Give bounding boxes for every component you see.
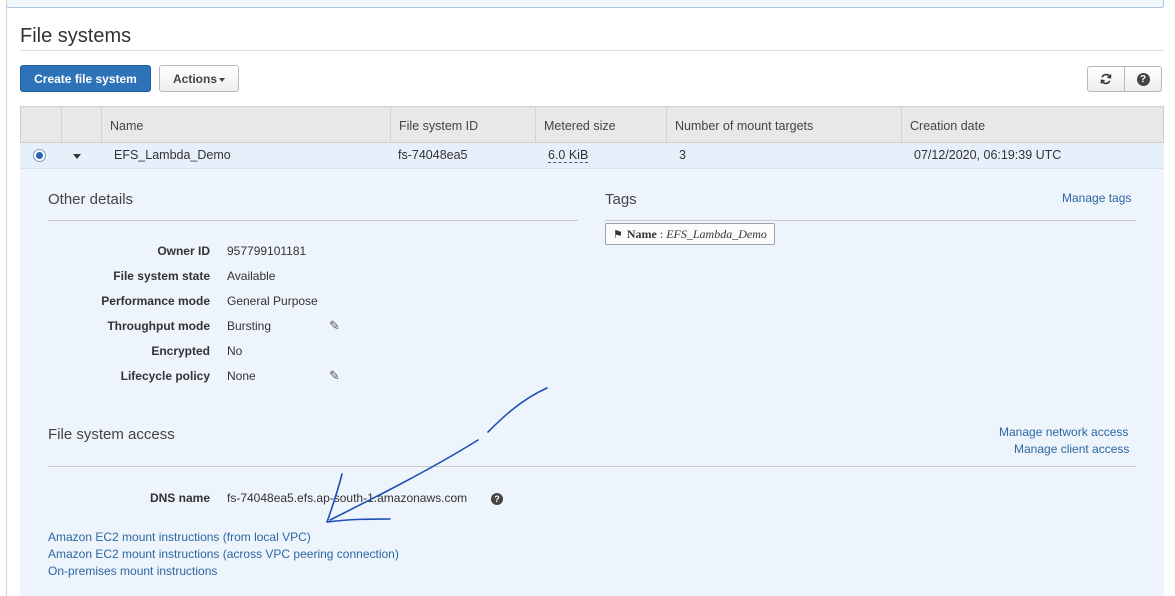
performance-mode-value: General Purpose — [227, 294, 318, 308]
table-header: Name File system ID Metered size Number … — [20, 106, 1164, 143]
encrypted-label: Encrypted — [151, 344, 210, 358]
table-row[interactable]: EFS_Lambda_Demo fs-74048ea5 6.0 KiB 3 07… — [20, 143, 1164, 169]
column-metered-size[interactable]: Metered size — [536, 107, 667, 142]
owner-id-label: Owner ID — [157, 244, 210, 258]
manage-network-access-link[interactable]: Manage network access — [999, 425, 1128, 439]
tag-key: Name — [626, 226, 657, 241]
column-mount-targets[interactable]: Number of mount targets — [667, 107, 902, 142]
row-mount-targets: 3 — [679, 148, 686, 162]
manage-client-access-link[interactable]: Manage client access — [1014, 442, 1129, 456]
details-panel: Other details Tags Manage tags ⚑ Name: EFS… — [20, 169, 1164, 596]
select-column — [21, 107, 62, 142]
create-file-system-button[interactable]: Create file system — [20, 65, 151, 92]
row-creation-date: 07/12/2020, 06:19:39 UTC — [914, 148, 1062, 162]
state-label: File system state — [113, 269, 210, 283]
page-title: File systems — [20, 25, 132, 47]
dns-help-icon[interactable]: ? — [491, 493, 503, 505]
refresh-icon — [1100, 73, 1112, 85]
ec2-mount-vpc-peering-link[interactable]: Amazon EC2 mount instructions (across VP… — [48, 547, 399, 561]
caret-down-icon — [219, 77, 225, 82]
refresh-button[interactable] — [1087, 66, 1125, 92]
row-file-system-id: fs-74048ea5 — [398, 148, 468, 162]
on-premises-mount-link[interactable]: On-premises mount instructions — [48, 564, 217, 578]
tag-value: EFS_Lambda_Demo — [666, 226, 767, 241]
lifecycle-policy-value: None — [227, 369, 256, 383]
ec2-mount-local-vpc-link[interactable]: Amazon EC2 mount instructions (from loca… — [48, 530, 311, 544]
state-value: Available — [227, 269, 276, 283]
title-divider — [20, 50, 1164, 51]
column-file-system-id[interactable]: File system ID — [391, 107, 536, 142]
encrypted-value: No — [227, 344, 243, 358]
other-details-divider — [48, 220, 578, 221]
manage-tags-link[interactable]: Manage tags — [1062, 191, 1131, 205]
tag-chip: ⚑ Name: EFS_Lambda_Demo — [605, 223, 775, 245]
actions-dropdown-button[interactable]: Actions — [159, 65, 239, 92]
file-system-access-title: File system access — [48, 426, 175, 443]
help-button[interactable]: ? — [1124, 66, 1162, 92]
owner-id-value: 957799101181 — [227, 244, 307, 258]
performance-mode-label: Performance mode — [101, 294, 210, 308]
lifecycle-policy-label: Lifecycle policy — [120, 369, 210, 383]
edit-lifecycle-pencil-icon[interactable]: ✎ — [329, 368, 340, 384]
other-details-title: Other details — [48, 191, 134, 208]
row-metered-size[interactable]: 6.0 KiB — [548, 148, 589, 163]
throughput-mode-label: Throughput mode — [107, 319, 210, 333]
help-icon: ? — [1136, 72, 1150, 86]
column-name[interactable]: Name — [102, 107, 391, 142]
tags-title: Tags — [605, 191, 637, 208]
tag-icon: ⚑ — [613, 228, 623, 241]
notification-banner — [6, 0, 1164, 8]
column-creation-date[interactable]: Creation date — [902, 107, 1163, 142]
edit-throughput-pencil-icon[interactable]: ✎ — [329, 318, 340, 334]
chevron-down-icon[interactable] — [73, 154, 81, 159]
dns-name-value: fs-74048ea5.efs.ap-south-1.amazonaws.com — [227, 491, 468, 505]
row-name: EFS_Lambda_Demo — [114, 148, 231, 162]
dns-name-label: DNS name — [149, 491, 210, 505]
actions-label: Actions — [172, 71, 217, 86]
expand-column — [62, 107, 102, 142]
throughput-mode-value: Bursting — [227, 319, 272, 333]
page-left-border — [6, 0, 7, 596]
access-divider — [48, 466, 1136, 467]
tags-divider — [605, 220, 1136, 221]
row-select-radio[interactable] — [33, 149, 46, 162]
